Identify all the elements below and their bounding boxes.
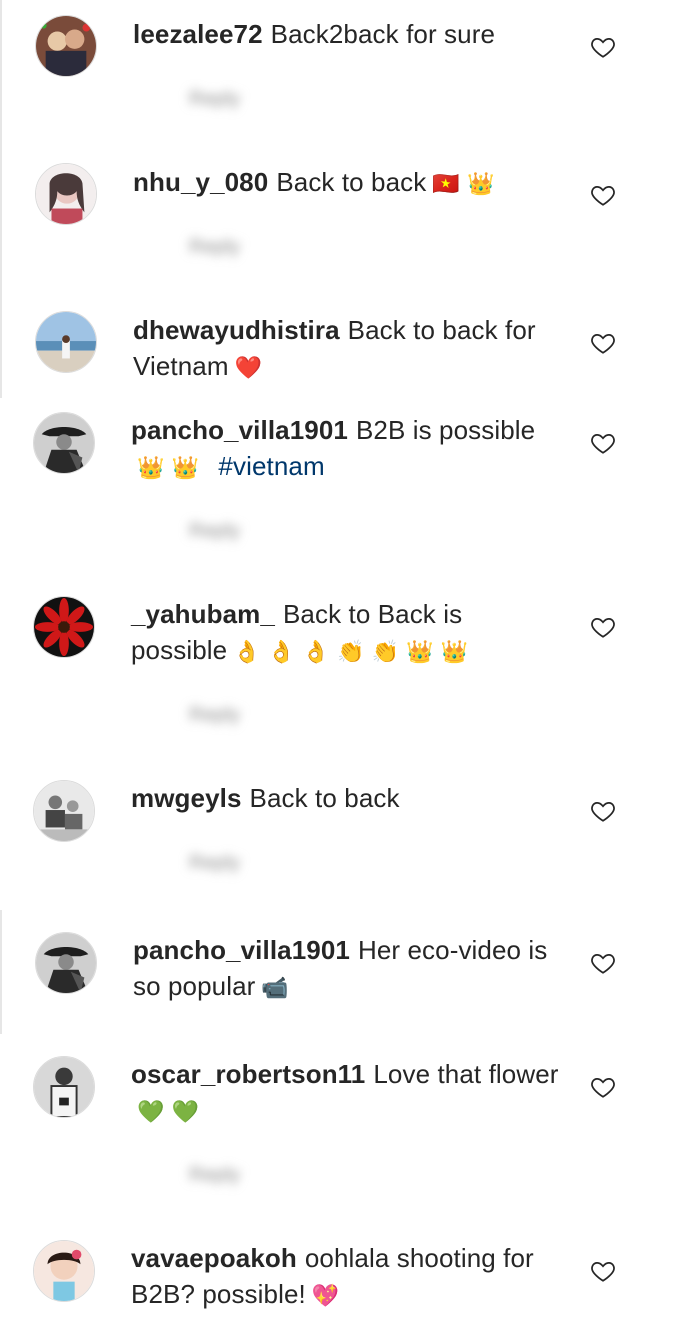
comment-text: pancho_villa1901 Her eco-video is so popu… [133,932,563,1007]
comment-username[interactable]: nhu_y_080 [133,167,268,197]
user-avatar[interactable] [35,163,97,225]
comment-emoji: 🇻🇳 👑 [432,172,495,197]
comment-emoji: 👑 👑 [137,456,200,481]
comment-emoji: 💚 💚 [137,1100,200,1125]
comment-text: oscar_robertson11 Love that flower 💚 💚 [131,1056,561,1131]
user-avatar[interactable] [33,596,95,658]
comment-username[interactable]: vavaepoakoh [131,1243,297,1273]
user-avatar[interactable] [35,932,97,994]
user-avatar[interactable] [35,15,97,77]
like-heart-icon[interactable] [590,182,616,208]
comment-emoji: 👌 👌 👌 👏 👏 👑 👑 [233,640,469,665]
comment-body: Love that flower [373,1059,559,1089]
comment-text: nhu_y_080 Back to back 🇻🇳 👑 [133,164,563,203]
like-heart-icon[interactable] [590,614,616,640]
comment-emoji: 💖 [311,1284,340,1309]
comment-meta: Reply [133,704,240,727]
like-heart-icon[interactable] [590,34,616,60]
user-avatar[interactable] [33,412,95,474]
comment-body: Back2back for sure [270,19,496,49]
reply-button[interactable]: Reply [189,520,240,543]
like-heart-icon[interactable] [590,1258,616,1284]
user-avatar[interactable] [33,780,95,842]
like-heart-icon[interactable] [590,798,616,824]
comment-username[interactable]: _yahubam_ [131,599,275,629]
comment-username[interactable]: pancho_villa1901 [131,415,348,445]
comment-text: mwgeyls Back to back [131,780,561,816]
comment-meta: Reply [133,236,240,259]
comment-text: vavaepoakoh oohlala shooting for B2B? pos… [131,1240,561,1315]
comment-text: _yahubam_ Back to Back is possible 👌 👌 👌 👏… [131,596,561,671]
comment-meta: Reply [133,1164,240,1187]
user-avatar[interactable] [33,1056,95,1118]
comment-username[interactable]: mwgeyls [131,783,242,813]
reply-button[interactable]: Reply [189,704,240,727]
comment-body: B2B is possible [355,415,536,445]
user-avatar[interactable] [33,1240,95,1302]
comment-text: pancho_villa1901 B2B is possible 👑 👑 #viet… [131,412,561,487]
comment-meta: Reply [133,852,240,875]
like-heart-icon[interactable] [590,1074,616,1100]
comment-meta: Reply [133,520,240,543]
comment-username[interactable]: pancho_villa1901 [133,935,350,965]
user-avatar[interactable] [35,311,97,373]
comment-body: Back to back [276,167,427,197]
comment-username[interactable]: oscar_robertson11 [131,1059,365,1089]
comment-text: dhewayudhistira Back to back for Vietnam ❤… [133,312,563,387]
reply-button[interactable]: Reply [189,236,240,259]
comment-meta: Reply [133,88,240,111]
comment-text: leezalee72 Back2back for sure [133,16,563,52]
comment-username[interactable]: dhewayudhistira [133,315,340,345]
hashtag-link[interactable]: #vietnam [218,451,324,481]
comment-body: Back to back [249,783,400,813]
reply-button[interactable]: Reply [189,852,240,875]
reply-button[interactable]: Reply [189,1164,240,1187]
like-heart-icon[interactable] [590,950,616,976]
like-heart-icon[interactable] [590,330,616,356]
reply-button[interactable]: Reply [189,88,240,111]
like-heart-icon[interactable] [590,430,616,456]
comment-emoji: 📹 [261,976,289,1001]
comment-emoji: ❤️ [234,356,263,381]
comment-username[interactable]: leezalee72 [133,19,263,49]
